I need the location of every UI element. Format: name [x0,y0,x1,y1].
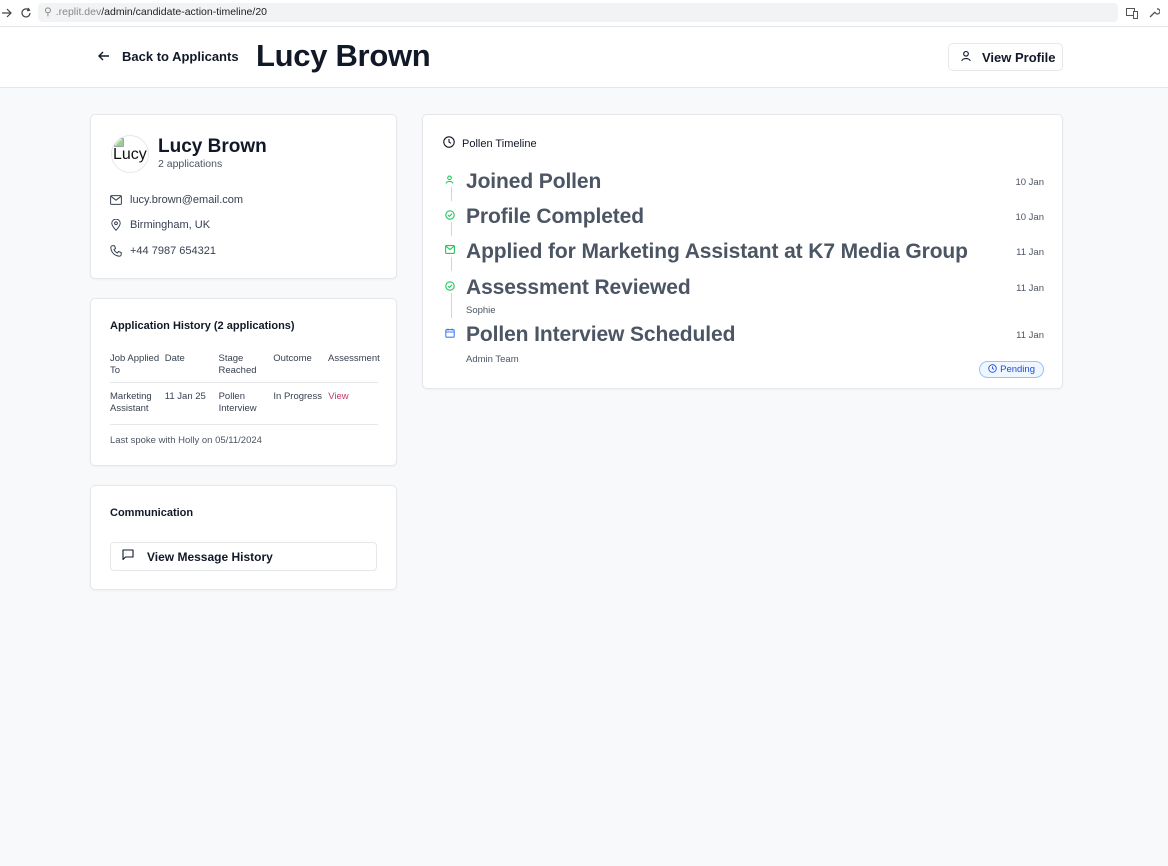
email-row: lucy.brown@email.com [110,194,243,206]
timeline-connector [451,222,452,236]
cell-job: Marketing Assistant [110,391,152,414]
phone-row: +44 7987 654321 [110,245,216,257]
column-header: Stage Reached [218,353,257,376]
view-message-history-button[interactable]: View Message History [110,542,377,571]
timeline-item-title: Applied for Marketing Assistant at K7 Me… [466,240,968,263]
status-badge-label: Pending [1000,364,1035,375]
timeline-item-actor: Admin Team [466,354,519,365]
view-message-history-label: View Message History [147,549,273,564]
site-info-icon[interactable]: ⚲ [44,6,52,18]
back-to-applicants-link[interactable]: Back to Applicants [98,49,239,64]
wrench-icon[interactable] [1147,6,1161,20]
timeline-item-date: 11 Jan [1016,283,1044,294]
devices-icon[interactable] [1125,6,1139,20]
history-title: Application History (2 applications) [110,320,295,332]
timeline-title: Pollen Timeline [462,137,537,150]
timeline-item-actor: Sophie [466,305,496,316]
clock-icon [443,136,455,151]
timeline-connector [451,187,452,201]
timeline-item-title: Joined Pollen [466,170,602,193]
phone-icon [110,245,122,257]
last-spoke-note: Last spoke with Holly on 05/11/2024 [110,435,262,446]
profile-card: Lucy Lucy Brown 2 applications lucy.brow… [90,114,397,279]
browser-back-icon[interactable] [0,6,14,20]
cell-stage: Pollen Interview [218,391,257,414]
cell-date: 11 Jan 25 [164,391,206,402]
user-icon [443,173,456,186]
timeline-item-title: Assessment Reviewed [466,276,691,299]
check-circle-icon [443,279,456,292]
calendar-icon [443,326,456,339]
communication-title: Communication [110,507,194,519]
mail-icon [443,243,456,256]
application-history-card: Application History (2 applications) Job… [90,298,397,466]
view-profile-button[interactable]: View Profile [948,43,1063,71]
column-header: Date [164,353,185,364]
cell-outcome: In Progress [273,391,322,402]
back-link-label: Back to Applicants [122,49,239,64]
timeline-item-date: 11 Jan [1016,330,1044,341]
address-bar[interactable]: ⚲ .replit.dev/admin/candidate-action-time… [38,3,1118,22]
column-header: Assessment [328,353,380,364]
view-profile-label: View Profile [982,49,1056,65]
history-table: Job Applied To Date Stage Reached Outcom… [110,353,380,425]
user-icon [960,50,972,65]
timeline-connector [451,293,452,318]
arrow-left-icon [98,49,110,64]
phone-text: +44 7987 654321 [130,245,216,257]
status-badge: Pending [979,361,1044,378]
communication-card: Communication View Message History [90,485,397,590]
check-circle-icon [443,208,456,221]
avatar-alt-text: Lucy [113,146,147,163]
page-title: Lucy Brown [256,38,431,73]
timeline-card: Pollen Timeline Joined Pollen 10 Jan Pro… [422,114,1063,389]
email-text: lucy.brown@email.com [130,194,244,206]
candidate-name: Lucy Brown [158,136,267,157]
column-header: Job Applied To [110,353,160,376]
timeline-connector [451,257,452,271]
timeline-item-date: 11 Jan [1016,247,1044,258]
timeline-header: Pollen Timeline [443,136,537,151]
avatar: Lucy [111,135,149,173]
table-row: Marketing Assistant 11 Jan 25 Pollen Int… [110,383,378,425]
column-header: Outcome [273,353,312,364]
location-row: Birmingham, UK [110,219,210,231]
applications-count: 2 applications [158,158,223,170]
reload-icon[interactable] [19,6,33,20]
clock-icon [988,363,997,376]
page-header: Back to Applicants Lucy Brown View Profi… [0,27,1168,88]
view-assessment-link[interactable]: View [328,391,378,424]
timeline-item-title: Pollen Interview Scheduled [466,323,736,346]
timeline-item-date: 10 Jan [1015,212,1044,223]
url-path: /admin/candidate-action-timeline/20 [101,6,267,18]
map-pin-icon [110,219,122,231]
url-domain: .replit.dev [55,6,102,18]
message-square-icon [122,549,134,564]
timeline-item-date: 10 Jan [1015,177,1044,188]
table-header: Job Applied To Date Stage Reached Outcom… [110,353,380,383]
timeline-item-title: Profile Completed [466,205,644,228]
location-text: Birmingham, UK [130,219,211,231]
mail-icon [110,194,122,206]
browser-toolbar: ⚲ .replit.dev/admin/candidate-action-time… [0,0,1168,27]
